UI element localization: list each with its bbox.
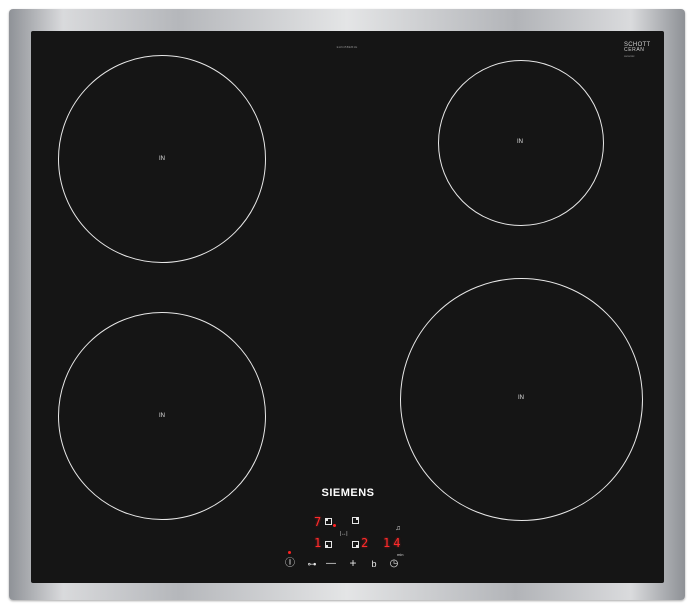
transfer-icon: |↔| bbox=[340, 531, 348, 537]
zone-label-rear-left: IN bbox=[159, 156, 165, 162]
zone-label-front-right: IN bbox=[518, 395, 524, 401]
timer-icon[interactable]: ◷ bbox=[388, 559, 400, 569]
glass-logo-line2: CERAN bbox=[624, 47, 645, 53]
power-icon[interactable]: Ⓘ bbox=[284, 559, 296, 569]
zone-power-level-display-right: 2 bbox=[361, 536, 370, 550]
zone-active-indicator bbox=[333, 524, 336, 527]
zone-power-level-display-front: 1 bbox=[314, 536, 323, 550]
timer-unit-label: min bbox=[397, 552, 404, 557]
zone-label-front-left: IN bbox=[159, 413, 165, 419]
bell-icon[interactable]: ♫ bbox=[392, 524, 404, 534]
zone-select-rear-right-button[interactable] bbox=[352, 517, 359, 524]
zone-select-rear-left-button[interactable] bbox=[325, 518, 332, 525]
zone-select-front-right-button[interactable] bbox=[352, 541, 359, 548]
zone-select-front-left-button[interactable] bbox=[325, 541, 332, 548]
glass-logo-line3: ceramic bbox=[624, 54, 635, 58]
glass-brand-logo: SCHOTT CERAN ceramic bbox=[624, 42, 650, 59]
timer-display: 14 bbox=[383, 536, 404, 550]
plus-button[interactable]: + bbox=[346, 557, 360, 569]
model-label: EH645BEB1E bbox=[336, 45, 358, 49]
zone-label-rear-right: IN bbox=[517, 139, 523, 145]
brand-logo: SIEMENS bbox=[321, 487, 375, 499]
minus-button[interactable]: — bbox=[324, 559, 338, 569]
power-indicator bbox=[288, 551, 291, 554]
boost-button[interactable]: b bbox=[368, 559, 380, 569]
child-lock-icon[interactable]: ⊶ bbox=[304, 559, 320, 569]
zone-power-level-display: 7 bbox=[314, 515, 323, 529]
